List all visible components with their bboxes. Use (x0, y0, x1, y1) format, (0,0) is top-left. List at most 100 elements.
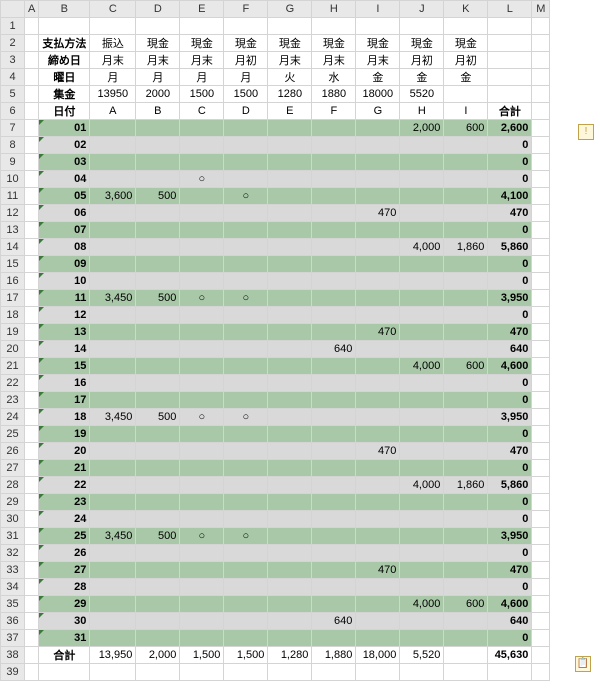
cell-I13[interactable] (356, 222, 400, 239)
cell-A12[interactable] (25, 205, 39, 222)
cell-H29[interactable] (312, 494, 356, 511)
header-I3[interactable]: 月末 (356, 52, 400, 69)
cell-A4[interactable] (25, 69, 39, 86)
cell-I20[interactable] (356, 341, 400, 358)
cell-A2[interactable] (25, 35, 39, 52)
cell-C19[interactable] (90, 324, 136, 341)
cell-D7[interactable] (136, 120, 180, 137)
header-I6[interactable]: G (356, 103, 400, 120)
day-20[interactable]: 20 (39, 443, 90, 460)
header-H2[interactable]: 現金 (312, 35, 356, 52)
cell-M35[interactable] (532, 596, 550, 613)
col-header-F[interactable]: F (224, 1, 268, 18)
cell-M10[interactable] (532, 171, 550, 188)
cell-I31[interactable] (356, 528, 400, 545)
cell-G35[interactable] (268, 596, 312, 613)
cell-I26[interactable]: 470 (356, 443, 400, 460)
rowsum-18[interactable]: 0 (488, 307, 532, 324)
row-header-38[interactable]: 38 (1, 647, 25, 664)
header-H3[interactable]: 月末 (312, 52, 356, 69)
header-D2[interactable]: 現金 (136, 35, 180, 52)
cell-M11[interactable] (532, 188, 550, 205)
cell-F11[interactable]: ○ (224, 188, 268, 205)
cell-C13[interactable] (90, 222, 136, 239)
day-14[interactable]: 14 (39, 341, 90, 358)
cell-A38[interactable] (25, 647, 39, 664)
row-header-23[interactable]: 23 (1, 392, 25, 409)
cell-G16[interactable] (268, 273, 312, 290)
cell-M32[interactable] (532, 545, 550, 562)
day-09[interactable]: 09 (39, 256, 90, 273)
header-label-4[interactable]: 曜日 (39, 69, 90, 86)
cell-K39[interactable] (444, 664, 488, 681)
cell-G34[interactable] (268, 579, 312, 596)
cell-A14[interactable] (25, 239, 39, 256)
cell-J37[interactable] (400, 630, 444, 647)
cell-F10[interactable] (224, 171, 268, 188)
row-header-6[interactable]: 6 (1, 103, 25, 120)
cell-F31[interactable]: ○ (224, 528, 268, 545)
cell-A10[interactable] (25, 171, 39, 188)
header-G4[interactable]: 火 (268, 69, 312, 86)
cell-I9[interactable] (356, 154, 400, 171)
cell-K19[interactable] (444, 324, 488, 341)
cell-M6[interactable] (532, 103, 550, 120)
cell-M39[interactable] (532, 664, 550, 681)
cell-J32[interactable] (400, 545, 444, 562)
cell-E15[interactable] (180, 256, 224, 273)
cell-D14[interactable] (136, 239, 180, 256)
cell-C16[interactable] (90, 273, 136, 290)
rowsum-25[interactable]: 0 (488, 426, 532, 443)
cell-F34[interactable] (224, 579, 268, 596)
cell-J35[interactable]: 4,000 (400, 596, 444, 613)
day-16[interactable]: 16 (39, 375, 90, 392)
cell-M16[interactable] (532, 273, 550, 290)
cell-C21[interactable] (90, 358, 136, 375)
day-13[interactable]: 13 (39, 324, 90, 341)
header-F5[interactable]: 1500 (224, 86, 268, 103)
cell-J10[interactable] (400, 171, 444, 188)
cell-H37[interactable] (312, 630, 356, 647)
cell-D15[interactable] (136, 256, 180, 273)
header-D5[interactable]: 2000 (136, 86, 180, 103)
row-header-25[interactable]: 25 (1, 426, 25, 443)
cell-E25[interactable] (180, 426, 224, 443)
cell-E18[interactable] (180, 307, 224, 324)
cell-F13[interactable] (224, 222, 268, 239)
cell-K36[interactable] (444, 613, 488, 630)
cell-F25[interactable] (224, 426, 268, 443)
cell-H39[interactable] (312, 664, 356, 681)
cell-A15[interactable] (25, 256, 39, 273)
cell-K30[interactable] (444, 511, 488, 528)
cell-K17[interactable] (444, 290, 488, 307)
cell-F26[interactable] (224, 443, 268, 460)
cell-H32[interactable] (312, 545, 356, 562)
header-K2[interactable]: 現金 (444, 35, 488, 52)
cell-I23[interactable] (356, 392, 400, 409)
cell-C33[interactable] (90, 562, 136, 579)
header-C6[interactable]: A (90, 103, 136, 120)
header-G6[interactable]: E (268, 103, 312, 120)
cell-D19[interactable] (136, 324, 180, 341)
cell-F21[interactable] (224, 358, 268, 375)
cell-D13[interactable] (136, 222, 180, 239)
cell-C31[interactable]: 3,450 (90, 528, 136, 545)
cell-M23[interactable] (532, 392, 550, 409)
rowsum-23[interactable]: 0 (488, 392, 532, 409)
cell-H11[interactable] (312, 188, 356, 205)
rowsum-22[interactable]: 0 (488, 375, 532, 392)
header-E4[interactable]: 月 (180, 69, 224, 86)
cell-I30[interactable] (356, 511, 400, 528)
cell-E34[interactable] (180, 579, 224, 596)
cell-A34[interactable] (25, 579, 39, 596)
cell-E11[interactable] (180, 188, 224, 205)
cell-J23[interactable] (400, 392, 444, 409)
cell-G33[interactable] (268, 562, 312, 579)
cell-K25[interactable] (444, 426, 488, 443)
cell-M36[interactable] (532, 613, 550, 630)
cell-H10[interactable] (312, 171, 356, 188)
cell-H22[interactable] (312, 375, 356, 392)
cell-F9[interactable] (224, 154, 268, 171)
day-19[interactable]: 19 (39, 426, 90, 443)
cell-H36[interactable]: 640 (312, 613, 356, 630)
